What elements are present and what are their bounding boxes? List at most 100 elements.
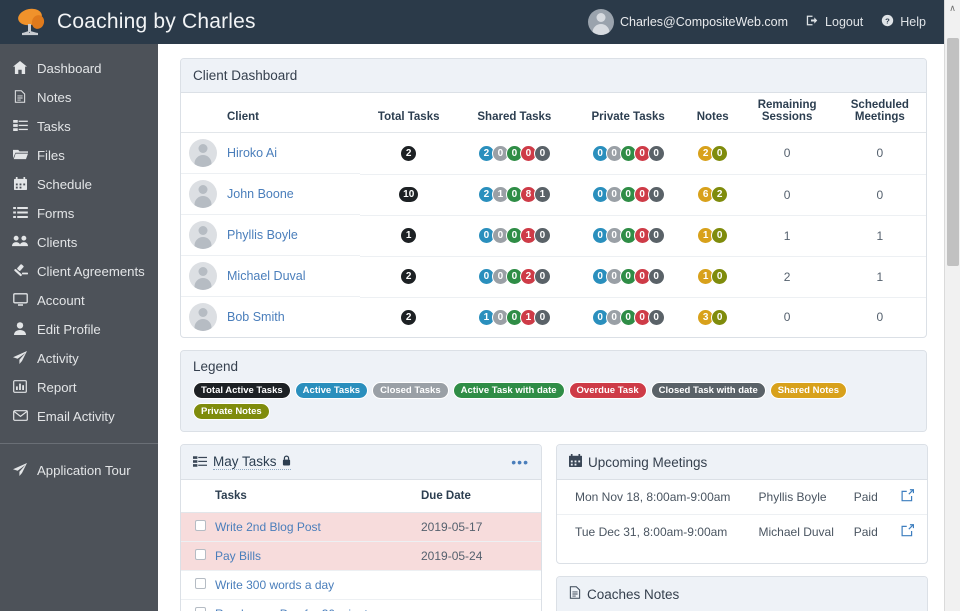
- client-name-link[interactable]: Michael Duval: [227, 269, 306, 283]
- sidebar-item-edit-profile[interactable]: Edit Profile: [0, 315, 158, 344]
- client-name-link[interactable]: Hiroko Ai: [227, 146, 277, 160]
- help-label: Help: [900, 15, 926, 29]
- sidebar-item-client-agreements[interactable]: Client Agreements: [0, 257, 158, 286]
- task-name-link[interactable]: Write 300 words a day: [215, 578, 334, 592]
- remaining-sessions-cell: 0: [740, 174, 834, 216]
- client-cell: Bob Smith: [181, 297, 360, 337]
- task-checkbox[interactable]: [195, 607, 206, 611]
- page-scrollbar[interactable]: ∧: [944, 0, 960, 611]
- sidebar-item-label: Client Agreements: [37, 264, 145, 279]
- total-tasks-cell: 10: [360, 174, 458, 216]
- client-name-link[interactable]: Phyllis Boyle: [227, 228, 298, 242]
- sidebar-item-activity[interactable]: Activity: [0, 344, 158, 373]
- meetings-panel-title: Upcoming Meetings: [588, 454, 708, 470]
- logout-button[interactable]: Logout: [806, 14, 863, 30]
- tasks-panel-menu-button[interactable]: •••: [511, 455, 529, 469]
- logout-label: Logout: [825, 15, 864, 29]
- sidebar-item-application-tour[interactable]: Application Tour: [0, 456, 158, 485]
- private-tasks-badges: 00000: [591, 268, 665, 286]
- sidebar-item-tasks[interactable]: Tasks: [0, 112, 158, 141]
- calendar-icon: [569, 454, 582, 470]
- sidebar-item-forms[interactable]: Forms: [0, 199, 158, 228]
- client-name-link[interactable]: John Boone: [227, 187, 294, 201]
- badge: 0: [533, 309, 551, 326]
- sidebar-item-label: Report: [37, 380, 77, 395]
- sidebar-item-dashboard[interactable]: Dashboard: [0, 54, 158, 83]
- client-cell: Hiroko Ai: [181, 133, 361, 174]
- envelope-icon: [12, 409, 28, 424]
- private-tasks-badges: 00000: [591, 309, 665, 326]
- tasks-panel: May Tasks ••• Tasks Due Date Write 2nd B…: [180, 444, 542, 611]
- brand[interactable]: Coaching by Charles: [0, 7, 400, 37]
- task-name-cell: Pay Bills: [215, 541, 421, 571]
- user-account-link[interactable]: Charles@CompositeWeb.com: [587, 9, 788, 35]
- client-cell: Phyllis Boyle: [181, 215, 361, 256]
- edit-square-icon[interactable]: [901, 524, 914, 540]
- sidebar-item-report[interactable]: Report: [0, 373, 158, 402]
- scrollbar-up-arrow[interactable]: ∧: [945, 0, 960, 17]
- meeting-client: Phyllis Boyle: [752, 480, 848, 515]
- scheduled-meetings-cell: 1: [833, 256, 926, 298]
- client-dashboard-table: Client Total Tasks Shared Tasks Private …: [181, 93, 926, 337]
- coaches-notes-panel: Coaches Notes Note Last Updated: [556, 576, 928, 611]
- notes-cell: 30: [685, 297, 741, 337]
- meeting-row: Tue Dec 31, 8:00am-9:00am Michael Duval Pa…: [557, 515, 927, 550]
- client-cell: Michael Duval: [181, 256, 361, 297]
- legend-tag: Total Active Tasks: [193, 382, 291, 399]
- badge: 0: [647, 227, 665, 245]
- private-tasks-cell: 00000: [571, 256, 685, 298]
- task-name-cell: Read every Day for 30 minutes: [215, 599, 421, 611]
- task-name-link[interactable]: Pay Bills: [215, 549, 261, 563]
- client-dashboard-title: Client Dashboard: [181, 59, 926, 93]
- sidebar-item-schedule[interactable]: Schedule: [0, 170, 158, 199]
- scrollbar-thumb[interactable]: [947, 38, 959, 266]
- badge: 0: [533, 268, 551, 286]
- sidebar-item-files[interactable]: Files: [0, 141, 158, 170]
- legend-tag: Closed Tasks: [372, 382, 449, 399]
- task-row: Write 2nd Blog Post 2019-05-17: [181, 512, 541, 542]
- sidebar-item-label: Activity: [37, 351, 79, 366]
- legend-tag: Active Task with date: [452, 382, 565, 399]
- col-shared-tasks: Shared Tasks: [457, 93, 572, 133]
- badge: 0: [533, 145, 551, 162]
- tasks-panel-title[interactable]: May Tasks: [213, 454, 291, 470]
- task-name-link[interactable]: Write 2nd Blog Post: [215, 520, 321, 534]
- legend-tag: Shared Notes: [769, 382, 847, 399]
- task-checkbox[interactable]: [195, 520, 206, 531]
- legend-tag: Closed Task with date: [650, 382, 766, 399]
- notes-badges: 20: [697, 145, 729, 162]
- edit-square-icon[interactable]: [901, 489, 914, 505]
- sidebar-item-label: Account: [37, 293, 85, 308]
- task-row: Read every Day for 30 minutes: [181, 599, 541, 611]
- meeting-datetime: Tue Dec 31, 8:00am-9:00am: [575, 525, 728, 539]
- avatar: [189, 139, 217, 167]
- paper-plane-icon: [12, 350, 28, 367]
- sidebar-item-account[interactable]: Account: [0, 286, 158, 315]
- task-name-cell: Write 300 words a day: [215, 570, 421, 600]
- svg-text:?: ?: [885, 16, 890, 25]
- badge: 0: [647, 268, 665, 286]
- table-row: Bob Smith 2 1 0 0 1 0 0 0 0 0 0 3 0 0 0: [181, 297, 926, 337]
- task-checkbox[interactable]: [195, 549, 206, 560]
- badge: 1: [533, 186, 551, 204]
- task-name-cell: Write 2nd Blog Post: [215, 512, 421, 542]
- sidebar-item-notes[interactable]: Notes: [0, 83, 158, 112]
- task-name-link[interactable]: Read every Day for 30 minutes: [215, 607, 380, 611]
- list-icon: [12, 206, 28, 221]
- question-circle-icon: ?: [881, 14, 894, 30]
- total-tasks-badge: 2: [400, 268, 418, 286]
- help-button[interactable]: ? Help: [881, 14, 926, 30]
- file-text-icon: [569, 586, 581, 602]
- home-icon: [12, 60, 28, 77]
- client-name-link[interactable]: Bob Smith: [227, 310, 285, 324]
- meetings-table: Mon Nov 18, 8:00am-9:00am Phyllis Boyle Pa…: [557, 480, 927, 549]
- sidebar-item-clients[interactable]: Clients: [0, 228, 158, 257]
- shared-tasks-cell: 00010: [457, 215, 572, 257]
- private-tasks-cell: 00000: [571, 215, 685, 257]
- sidebar-item-email-activity[interactable]: Email Activity: [0, 402, 158, 431]
- col-remaining-sessions: Remaining Sessions: [740, 93, 834, 133]
- task-checkbox[interactable]: [195, 578, 206, 589]
- client-dashboard-panel: Client Dashboard Client Total Tasks Shar…: [180, 58, 927, 338]
- client-cell: John Boone: [181, 174, 361, 215]
- sidebar-item-label: Edit Profile: [37, 322, 101, 337]
